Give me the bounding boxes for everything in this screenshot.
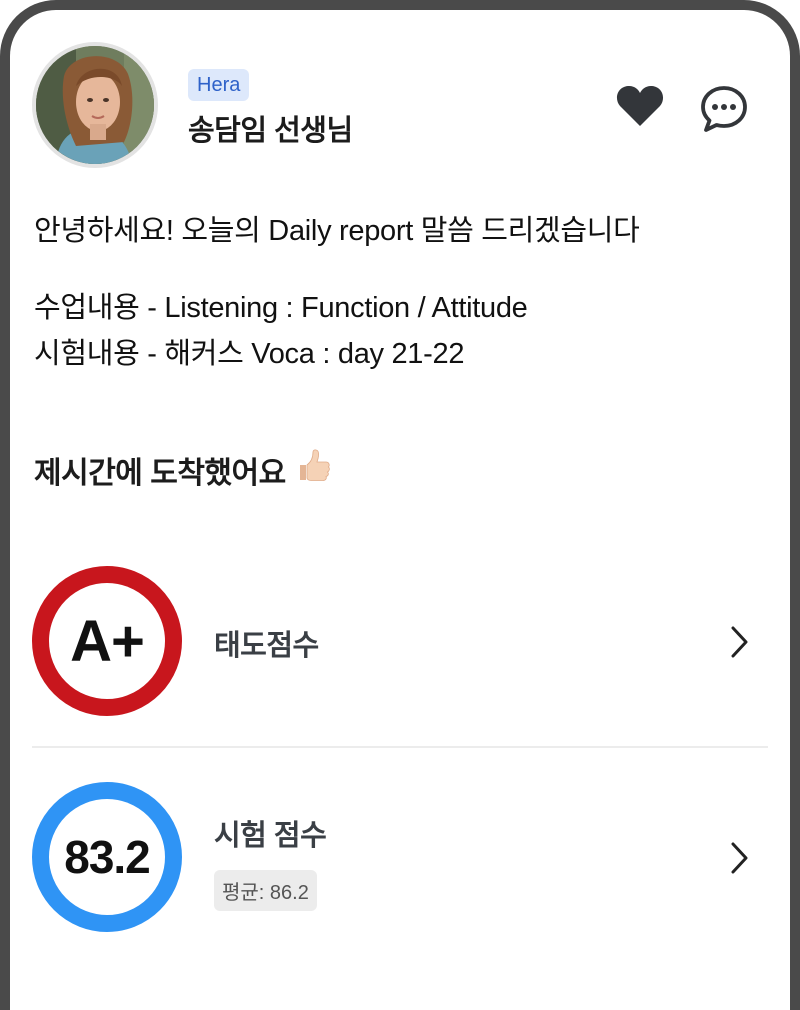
avatar-photo [36,46,154,164]
test-score-row[interactable]: 83.2 시험 점수 평균: 86.2 [32,782,768,942]
thumbs-up-icon [296,448,332,492]
teacher-tag: Hera [188,69,250,101]
average-score-badge: 평균: 86.2 [214,870,317,911]
attitude-score-row[interactable]: A+ 태도점수 [32,566,768,726]
message-button[interactable] [698,84,754,140]
like-button[interactable] [616,84,672,134]
chevron-right-icon [731,842,748,874]
chevron-right-icon [731,626,748,658]
attitude-grade-badge: A+ [32,566,182,716]
greeting-text: 안녕하세요! 오늘의 Daily report 말씀 드리겠습니다 [34,215,640,247]
attitude-score-label: 태도점수 [214,630,319,662]
daily-report-message: 안녕하세요! 오늘의 Daily report 말씀 드리겠습니다 수업내용 -… [34,208,764,377]
heart-icon [616,85,664,126]
test-score-badge: 83.2 [32,782,182,932]
teacher-name: 송담임 선생님 [188,115,353,147]
divider [32,746,768,748]
test-content-text: 시험내용 - 해커스 Voca : day 21-22 [34,338,465,370]
teacher-header: Hera 송담임 선생님 [24,34,770,174]
test-score-label: 시험 점수 [214,820,327,852]
teacher-avatar[interactable] [32,42,158,168]
lesson-content-text: 수업내용 - Listening : Function / Attitude [34,292,528,324]
teacher-name-block: Hera 송담임 선생님 [188,69,353,149]
chat-bubble-icon [701,86,747,132]
arrival-status: 제시간에 도착했어요 [34,448,332,492]
arrival-status-text: 제시간에 도착했어요 [34,457,286,490]
